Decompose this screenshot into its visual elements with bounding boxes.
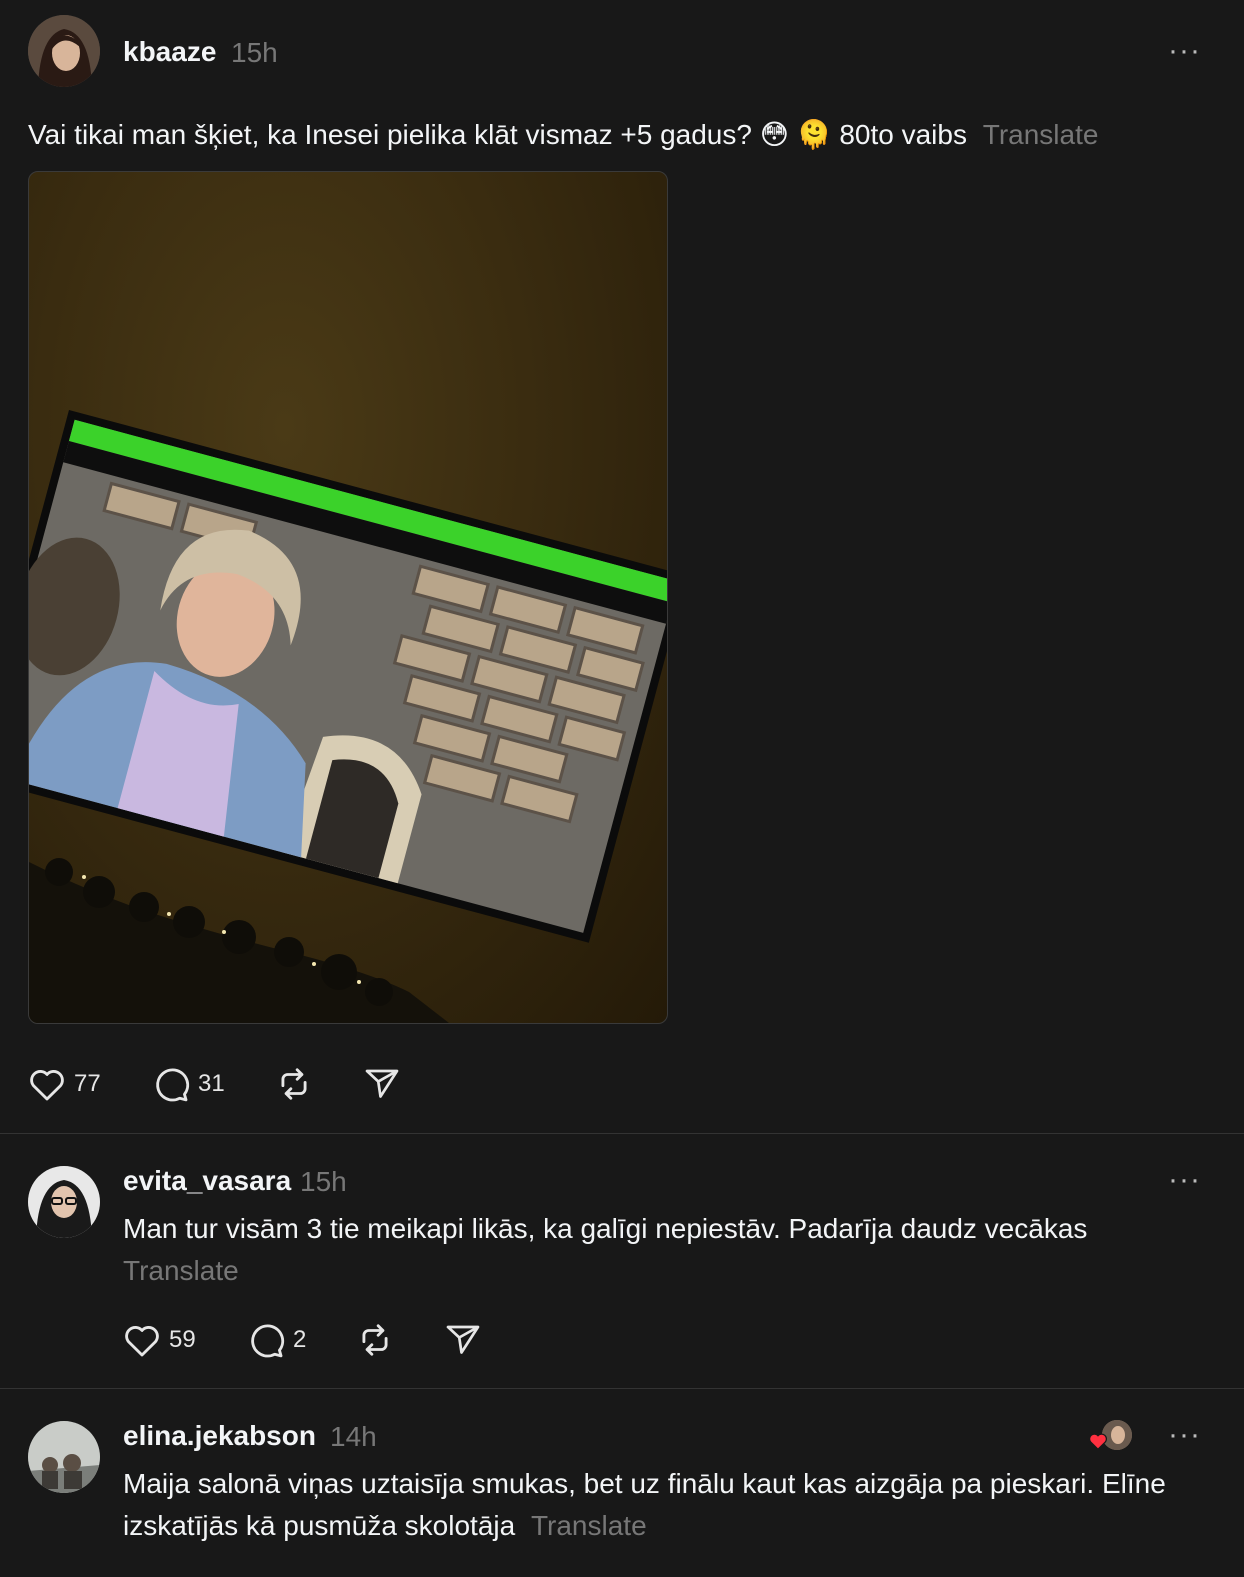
share-button[interactable] bbox=[364, 1066, 400, 1100]
comment-icon bbox=[251, 1324, 285, 1358]
timestamp[interactable]: 15h bbox=[231, 37, 278, 69]
liked-by-avatar-heart-icon bbox=[1089, 1433, 1107, 1450]
comment-count: 2 bbox=[293, 1326, 307, 1353]
more-icon[interactable]: ··· bbox=[1168, 36, 1201, 66]
translate-link[interactable]: Translate bbox=[123, 1255, 239, 1286]
post-body: Man tur visām 3 tie meikapi likās, ka ga… bbox=[123, 1213, 1088, 1244]
username[interactable]: kbaaze bbox=[123, 36, 216, 68]
username[interactable]: evita_vasara bbox=[123, 1165, 291, 1197]
divider bbox=[0, 1388, 1244, 1389]
divider bbox=[0, 1133, 1244, 1134]
tv-photo bbox=[29, 410, 667, 1023]
comment-button[interactable]: 2 bbox=[247, 1322, 306, 1358]
timestamp[interactable]: 14h bbox=[330, 1421, 377, 1453]
share-icon bbox=[446, 1325, 480, 1354]
timestamp[interactable]: 15h bbox=[300, 1166, 347, 1198]
like-button[interactable]: 59 bbox=[123, 1322, 196, 1358]
avatar[interactable] bbox=[28, 1166, 100, 1238]
translate-link[interactable]: Translate bbox=[983, 119, 1099, 150]
heart-icon bbox=[30, 1070, 64, 1101]
post-text: Maija salonā viņas uztaisīja smukas, bet… bbox=[123, 1463, 1213, 1547]
avatar[interactable] bbox=[28, 15, 100, 87]
translate-link[interactable]: Translate bbox=[531, 1510, 647, 1541]
comment-icon bbox=[156, 1068, 190, 1102]
comment-count: 31 bbox=[198, 1070, 225, 1097]
repost-icon bbox=[281, 1068, 307, 1100]
username[interactable]: elina.jekabson bbox=[123, 1420, 316, 1452]
like-count: 77 bbox=[74, 1070, 101, 1097]
share-icon bbox=[365, 1069, 399, 1098]
repost-button[interactable] bbox=[275, 1066, 313, 1102]
more-icon[interactable]: ··· bbox=[1168, 1165, 1201, 1195]
share-button[interactable] bbox=[445, 1322, 481, 1356]
avatar[interactable] bbox=[28, 1421, 100, 1493]
liked-by-author[interactable] bbox=[1088, 1420, 1134, 1454]
repost-button[interactable] bbox=[356, 1322, 394, 1358]
like-button[interactable]: 77 bbox=[28, 1066, 101, 1102]
repost-icon bbox=[362, 1324, 388, 1356]
post-text: Man tur visām 3 tie meikapi likās, ka ga… bbox=[123, 1208, 1203, 1292]
more-icon[interactable]: ··· bbox=[1168, 1420, 1201, 1450]
post-text: Vai tikai man šķiet, ka Inesei pielika k… bbox=[28, 114, 1218, 156]
heart-icon bbox=[125, 1326, 159, 1357]
like-count: 59 bbox=[169, 1326, 196, 1353]
post-body: Vai tikai man šķiet, ka Inesei pielika k… bbox=[28, 119, 967, 150]
comment-button[interactable]: 31 bbox=[152, 1066, 225, 1102]
post-image[interactable] bbox=[28, 171, 668, 1024]
